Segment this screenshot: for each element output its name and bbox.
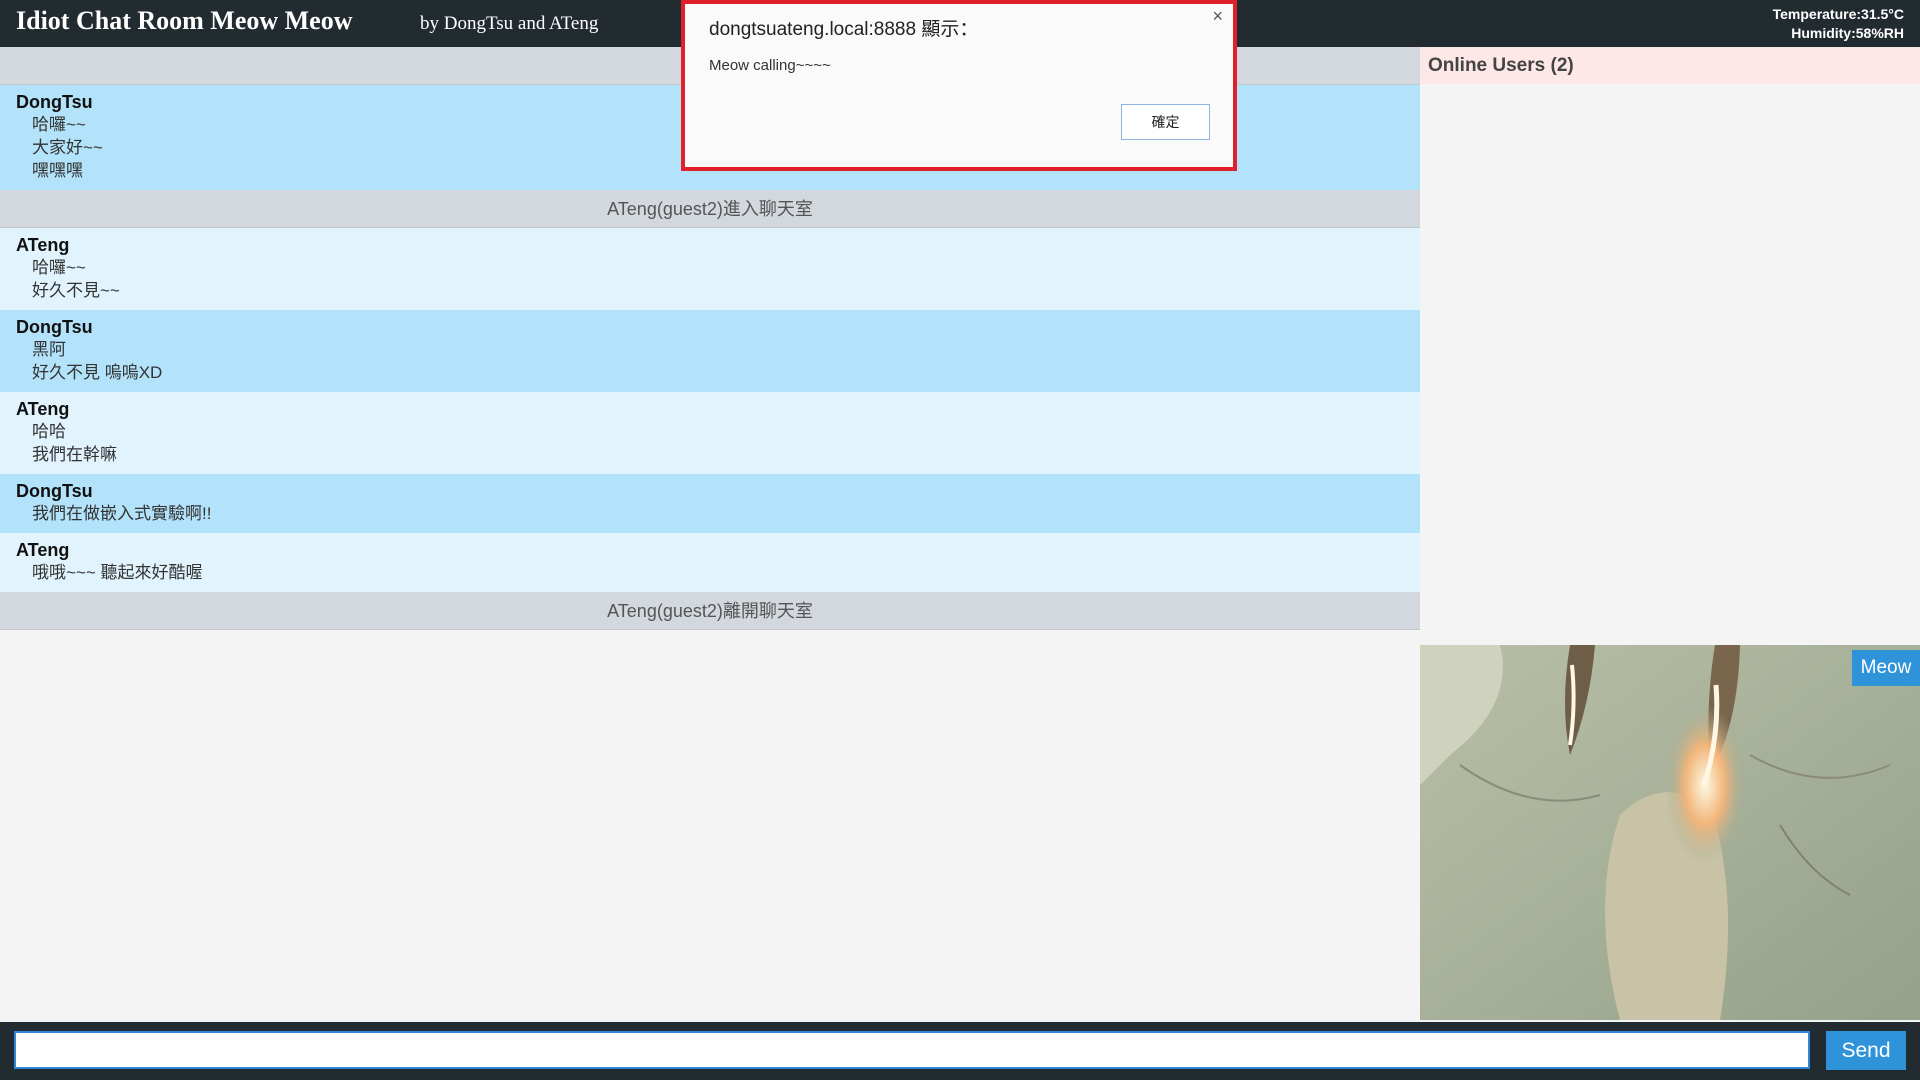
temperature-reading: Temperature:31.5°C (1772, 6, 1904, 22)
chat-message: ATeng 哈哈 我們在幹嘛 (0, 392, 1420, 474)
join-notice: ATeng(guest2)進入聊天室 (0, 190, 1420, 228)
chat-log: 201 DongTsu 哈囉~~ 大家好~~ 嘿嘿嘿 ATeng(guest2)… (0, 47, 1420, 1022)
online-users-list (1420, 84, 1920, 645)
message-input[interactable] (14, 1031, 1810, 1069)
dialog-title: dongtsuateng.local:8888 顯示： (709, 19, 979, 40)
send-button[interactable]: Send (1826, 1031, 1906, 1070)
message-line: 我們在做嵌入式實驗啊!! (32, 504, 212, 523)
dialog-message: Meow calling~~~~ (709, 57, 831, 74)
alert-dialog: dongtsuateng.local:8888 顯示： × Meow calli… (681, 0, 1237, 171)
humidity-reading: Humidity:58%RH (1791, 25, 1904, 41)
chat-message: ATeng 哈囉~~ 好久不見~~ (0, 228, 1420, 310)
message-author: ATeng (16, 235, 70, 255)
message-line: 哈哈 (32, 422, 66, 441)
chat-message: DongTsu 我們在做嵌入式實驗啊!! (0, 474, 1420, 533)
message-author: DongTsu (16, 317, 93, 337)
leave-notice: ATeng(guest2)離開聊天室 (0, 592, 1420, 630)
message-line: 黑阿 (32, 340, 66, 359)
app-title: Idiot Chat Room Meow Meow (16, 6, 353, 35)
message-line: 好久不見~~ (32, 281, 120, 300)
chat-message: DongTsu 黑阿 好久不見 嗚嗚XD (0, 310, 1420, 392)
dialog-ok-button[interactable]: 確定 (1121, 104, 1210, 140)
sensor-readout: Temperature:31.5°C Humidity:58%RH (1773, 5, 1904, 43)
webcam-image (1420, 645, 1920, 1020)
message-line: 好久不見 嗚嗚XD (32, 363, 163, 382)
message-line: 哈囉~~ (32, 258, 86, 277)
message-line: 我們在幹嘛 (32, 445, 117, 464)
online-users-header: Online Users (2) (1420, 47, 1920, 84)
message-author: ATeng (16, 540, 70, 560)
message-line: 哦哦~~~ 聽起來好酷喔 (32, 563, 203, 582)
webcam-feed (1420, 645, 1920, 1020)
chat-message: ATeng 哦哦~~~ 聽起來好酷喔 (0, 533, 1420, 592)
message-author: DongTsu (16, 481, 93, 501)
close-icon[interactable]: × (1212, 6, 1223, 27)
message-author: ATeng (16, 399, 70, 419)
app-byline: by DongTsu and ATeng (420, 13, 599, 34)
meow-button[interactable]: Meow (1852, 650, 1920, 686)
